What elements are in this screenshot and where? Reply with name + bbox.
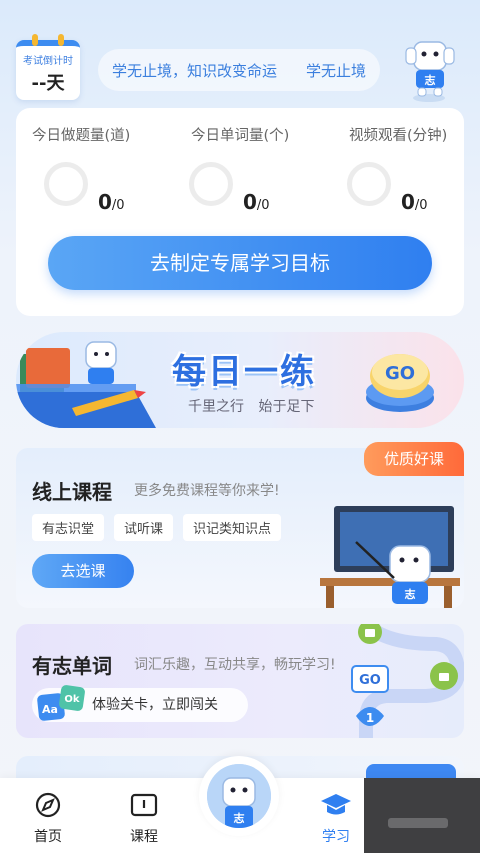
teacher-mascot-illustration: 志 bbox=[320, 506, 460, 608]
exam-countdown[interactable]: 考试倒计时 --天 bbox=[16, 34, 80, 100]
vocab-desc: 词汇乐趣，互动共享，畅玩学习! bbox=[134, 657, 336, 673]
daily-practice-banner[interactable]: 每日一练 千里之行 始于足下 GO bbox=[16, 332, 464, 428]
nav-label: 课程 bbox=[130, 829, 158, 845]
course-tags: 有志识堂 试听课 识记类知识点 bbox=[32, 514, 282, 541]
calendar-ring bbox=[58, 34, 64, 46]
stat-value: 0/0 bbox=[401, 190, 428, 214]
course-tag[interactable]: 试听课 bbox=[114, 514, 174, 541]
quality-course-badge: 优质好课 bbox=[364, 442, 464, 476]
nav-study[interactable]: 学习 bbox=[306, 792, 366, 846]
vocab-icon-text-b: Ok bbox=[64, 694, 80, 705]
stat-words[interactable]: 今日单词量(个) 0/0 bbox=[189, 124, 331, 214]
vocab-title: 有志单词 bbox=[32, 654, 112, 678]
select-course-button[interactable]: 去选课 bbox=[32, 554, 134, 588]
course-title: 线上课程 bbox=[32, 480, 112, 504]
course-desc: 更多免费课程等你来学! bbox=[134, 483, 280, 499]
mascot-logo-text: 志 bbox=[425, 73, 436, 87]
vocab-aa-icon: Aa Ok bbox=[37, 685, 85, 721]
go-button[interactable]: GO bbox=[364, 346, 436, 416]
stat-title: 今日单词量(个) bbox=[191, 128, 290, 144]
daily-stats-card: 今日做题量(道) 0/0 今日单词量(个) 0/0 视频观看(分钟) 0/0 去… bbox=[16, 108, 464, 316]
set-goal-button[interactable]: 去制定专属学习目标 bbox=[48, 236, 432, 290]
calendar-ring bbox=[32, 34, 38, 46]
stat-questions[interactable]: 今日做题量(道) 0/0 bbox=[32, 124, 172, 214]
vocab-icon-text-a: Aa bbox=[42, 703, 58, 716]
books-mascot-illustration bbox=[16, 341, 156, 428]
mascot-logo-text: 志 bbox=[234, 811, 245, 825]
stat-title: 视频观看(分钟) bbox=[349, 128, 448, 144]
nav-home[interactable]: 首页 bbox=[18, 792, 78, 846]
stat-value: 0/0 bbox=[98, 190, 125, 214]
course-tag[interactable]: 有志识堂 bbox=[32, 514, 105, 541]
go-label: GO bbox=[385, 363, 415, 384]
level-map-illustration: GO 1 bbox=[351, 624, 464, 738]
daily-practice-title: 每日一练 bbox=[172, 352, 316, 392]
course-tag[interactable]: 识记类知识点 bbox=[183, 514, 282, 541]
progress-ring bbox=[44, 162, 88, 206]
progress-ring bbox=[189, 162, 233, 206]
center-mascot-button[interactable]: 志 bbox=[199, 756, 279, 836]
motto-left: 学无止境，知识改变命运 bbox=[112, 61, 278, 80]
nav-label: 首页 bbox=[34, 829, 62, 845]
mascot-avatar: 志 bbox=[207, 764, 271, 828]
motto-marquee: 学无止境，知识改变命运 学无止境 bbox=[98, 49, 380, 91]
home-icon bbox=[35, 792, 61, 818]
stat-video[interactable]: 视频观看(分钟) 0/0 bbox=[347, 124, 480, 214]
motto-right: 学无止境 bbox=[305, 61, 366, 80]
nav-label: 学习 bbox=[322, 829, 350, 845]
mascot-logo-text: 志 bbox=[405, 587, 416, 601]
vocabulary-card[interactable]: 有志单词 词汇乐趣，互动共享，畅玩学习! 体验关卡，立即闯关 Aa Ok GO … bbox=[16, 624, 464, 738]
book-icon bbox=[130, 793, 158, 817]
mascot-illustration: 志 bbox=[405, 41, 455, 102]
stat-title: 今日做题量(道) bbox=[32, 128, 131, 144]
level-number: 1 bbox=[366, 711, 374, 725]
daily-practice-subtitle: 千里之行 始于足下 bbox=[188, 399, 315, 415]
level-go-label: GO bbox=[359, 673, 381, 688]
progress-ring bbox=[347, 162, 391, 206]
online-course-card[interactable]: 优质好课 线上课程 更多免费课程等你来学! 有志识堂 试听课 识记类知识点 去选… bbox=[16, 442, 464, 608]
countdown-label: 考试倒计时 bbox=[23, 56, 73, 67]
screen-corner-overlay bbox=[364, 778, 480, 853]
nav-courses[interactable]: 课程 bbox=[114, 792, 174, 846]
countdown-value: --天 bbox=[31, 73, 65, 94]
stat-value: 0/0 bbox=[243, 190, 270, 214]
graduation-cap-icon bbox=[321, 794, 351, 815]
